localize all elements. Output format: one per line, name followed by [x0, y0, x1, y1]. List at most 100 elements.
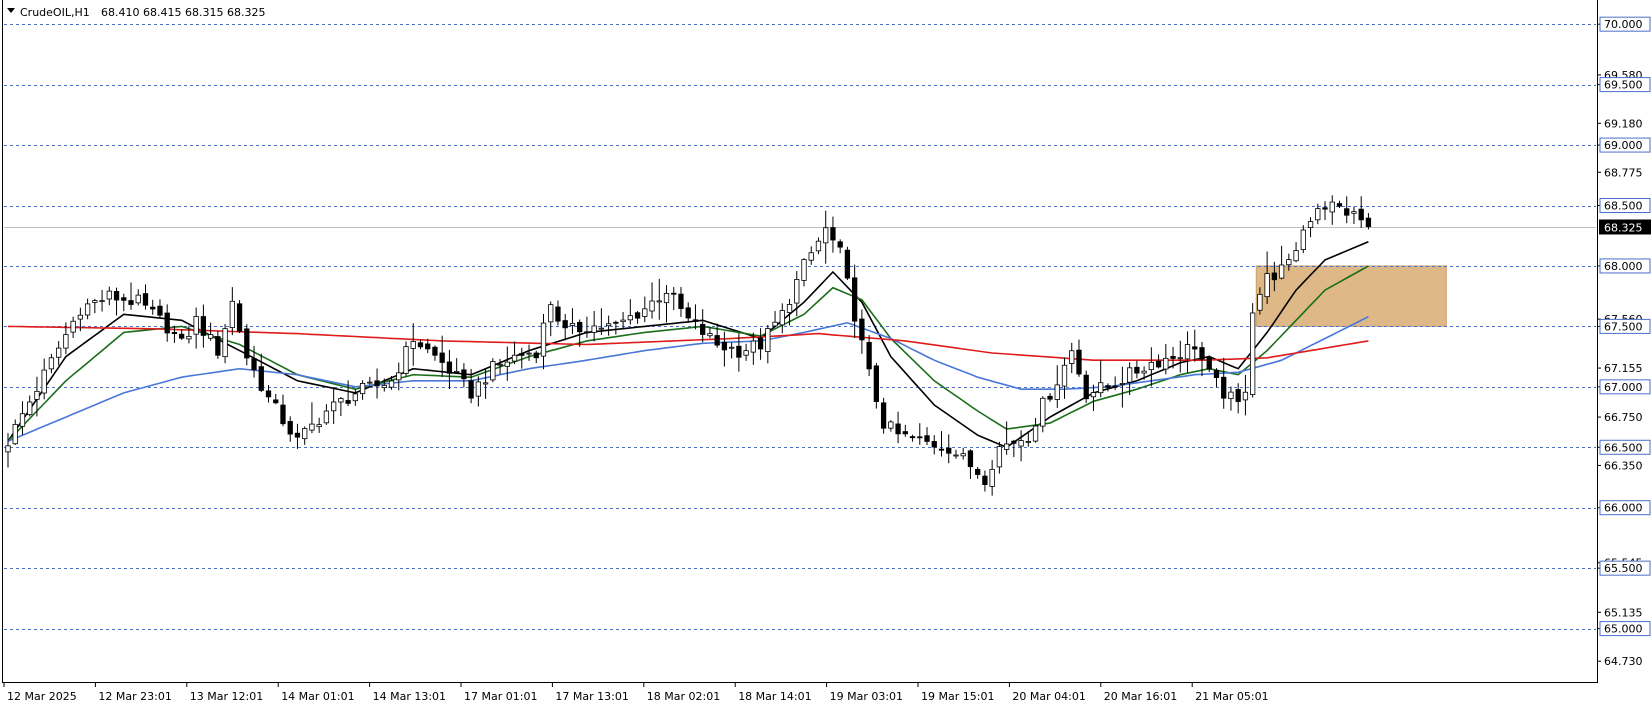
candle[interactable] — [627, 299, 633, 325]
candle[interactable] — [106, 286, 112, 306]
candle[interactable] — [953, 449, 959, 459]
candle[interactable] — [1076, 339, 1082, 377]
candle[interactable] — [367, 376, 373, 385]
candle[interactable] — [634, 311, 641, 324]
candle[interactable] — [374, 368, 380, 399]
candle[interactable] — [1351, 206, 1357, 225]
candle[interactable] — [302, 426, 308, 445]
candle[interactable] — [540, 313, 547, 370]
candle[interactable] — [439, 335, 445, 377]
candle[interactable] — [135, 289, 141, 306]
candle[interactable] — [656, 278, 662, 320]
candle[interactable] — [1032, 418, 1039, 443]
candle[interactable] — [157, 299, 163, 318]
candle[interactable] — [84, 298, 91, 320]
candle[interactable] — [113, 287, 120, 316]
candle[interactable] — [1018, 430, 1024, 462]
candle[interactable] — [1329, 195, 1335, 225]
candle[interactable] — [330, 387, 337, 424]
candle[interactable] — [359, 380, 366, 400]
candle[interactable] — [649, 282, 655, 319]
candle[interactable] — [728, 342, 735, 359]
triangle-down-icon[interactable] — [7, 8, 15, 13]
candle[interactable] — [815, 237, 822, 255]
candle[interactable] — [244, 324, 250, 366]
candle[interactable] — [164, 304, 170, 342]
candle[interactable] — [461, 363, 467, 388]
candle[interactable] — [1365, 213, 1372, 230]
candle[interactable] — [1264, 251, 1270, 305]
candle[interactable] — [92, 298, 98, 314]
candle[interactable] — [555, 300, 561, 326]
candle[interactable] — [1293, 242, 1299, 263]
candle[interactable] — [1300, 225, 1306, 254]
candle[interactable] — [287, 416, 293, 442]
candle[interactable] — [280, 394, 286, 427]
candle[interactable] — [569, 308, 576, 335]
candle[interactable] — [765, 324, 771, 364]
candle[interactable] — [721, 331, 728, 367]
candle[interactable] — [490, 358, 496, 383]
candle[interactable] — [193, 307, 199, 349]
candle[interactable] — [584, 316, 590, 338]
candle[interactable] — [294, 423, 301, 449]
candle[interactable] — [309, 402, 315, 434]
candle[interactable] — [613, 320, 619, 335]
candle[interactable] — [533, 350, 539, 364]
candle[interactable] — [844, 246, 851, 281]
candle[interactable] — [70, 316, 76, 338]
candle[interactable] — [142, 284, 149, 310]
candle[interactable] — [1177, 340, 1183, 373]
candle[interactable] — [1155, 354, 1162, 369]
candle[interactable] — [511, 341, 518, 365]
candle[interactable] — [743, 343, 749, 361]
candle[interactable] — [909, 434, 916, 442]
ma-red-line[interactable] — [7, 325, 1369, 361]
candle[interactable] — [772, 310, 778, 328]
candle[interactable] — [880, 397, 887, 434]
candle[interactable] — [446, 349, 453, 390]
candle[interactable] — [1134, 360, 1140, 379]
candle[interactable] — [1105, 383, 1111, 392]
candle[interactable] — [454, 358, 460, 374]
price-chart[interactable]: 70.00069.58069.50069.18069.00068.77568.5… — [0, 0, 1651, 708]
candle[interactable] — [1054, 365, 1060, 408]
candle[interactable] — [1061, 357, 1068, 399]
candle[interactable] — [99, 289, 105, 312]
candle[interactable] — [605, 315, 612, 336]
candle[interactable] — [1278, 245, 1285, 280]
candle[interactable] — [338, 396, 344, 417]
candle[interactable] — [757, 328, 764, 360]
candle[interactable] — [200, 304, 207, 348]
candle[interactable] — [410, 323, 416, 366]
candle[interactable] — [989, 459, 995, 496]
candle[interactable] — [779, 303, 785, 334]
candle[interactable] — [685, 302, 691, 323]
candle[interactable] — [924, 427, 930, 446]
candle[interactable] — [1090, 384, 1097, 412]
candle[interactable] — [150, 299, 156, 315]
candle[interactable] — [620, 312, 626, 329]
candle[interactable] — [895, 411, 901, 444]
candle[interactable] — [316, 417, 322, 433]
candle[interactable] — [1307, 217, 1314, 238]
candle[interactable] — [692, 304, 699, 330]
candle[interactable] — [19, 401, 26, 435]
candle[interactable] — [830, 216, 836, 253]
candle[interactable] — [996, 441, 1003, 474]
candle[interactable] — [403, 341, 409, 377]
candle[interactable] — [671, 287, 677, 311]
candle[interactable] — [432, 345, 438, 361]
candle[interactable] — [678, 287, 684, 317]
candle[interactable] — [946, 434, 952, 464]
candle[interactable] — [808, 246, 814, 265]
candle[interactable] — [931, 435, 937, 455]
candle[interactable] — [1047, 393, 1053, 402]
candle[interactable] — [714, 323, 720, 348]
candle[interactable] — [273, 393, 279, 405]
candle[interactable] — [1228, 386, 1234, 411]
candle[interactable] — [837, 239, 843, 254]
candle[interactable] — [663, 285, 670, 323]
candle[interactable] — [229, 287, 235, 336]
candle[interactable] — [642, 296, 648, 323]
